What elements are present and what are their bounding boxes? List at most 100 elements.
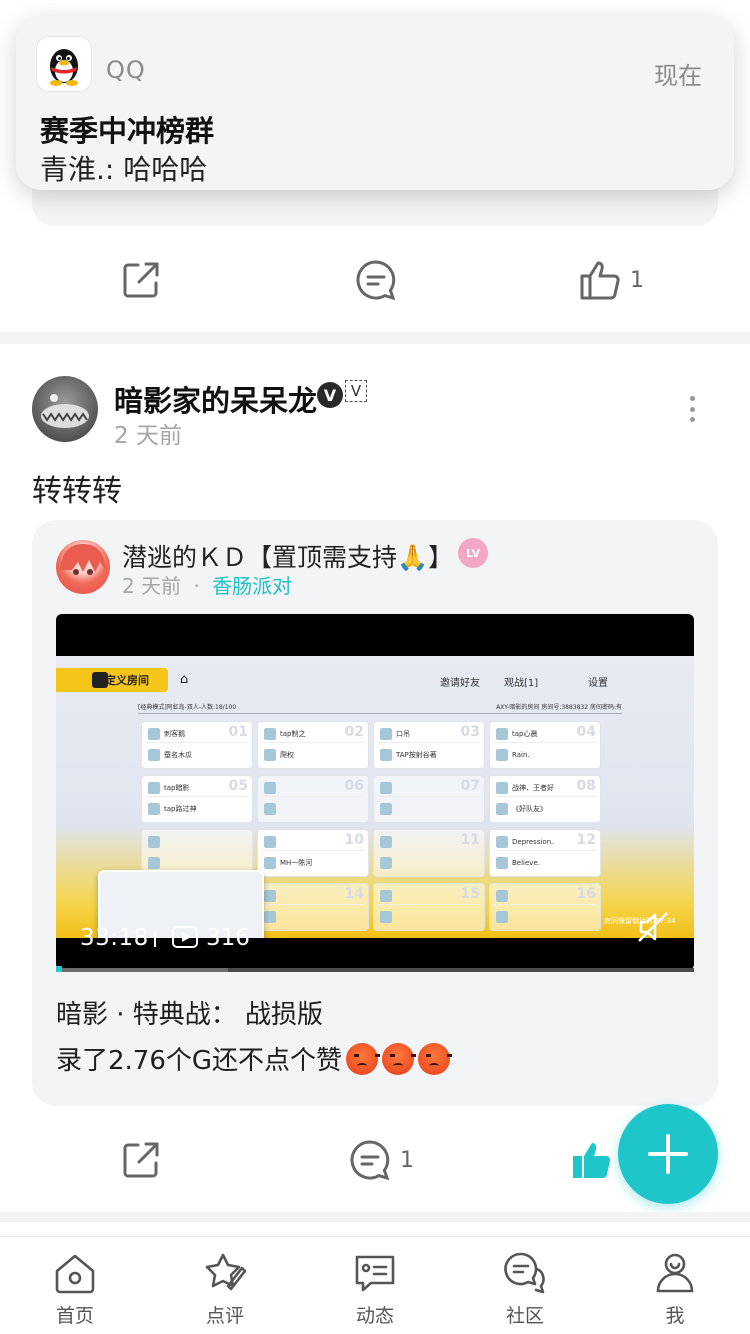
player-avatar-icon bbox=[148, 835, 160, 848]
nav-community-label: 社区 bbox=[505, 1305, 544, 1327]
like-count: 1 bbox=[630, 267, 644, 293]
player-avatar-icon bbox=[264, 727, 276, 740]
room-slot-player-2 bbox=[378, 854, 480, 872]
player-avatar-icon bbox=[496, 781, 508, 794]
comment-button[interactable]: 1 bbox=[348, 1120, 414, 1200]
room-slot: 05 tap暗影 tap路过神 bbox=[142, 776, 252, 822]
room-slot-player-1 bbox=[146, 833, 248, 851]
player-avatar-icon bbox=[496, 727, 508, 740]
qq-penguin-icon bbox=[36, 36, 92, 92]
room-slot: 02 tap制之 爬权 bbox=[258, 722, 368, 768]
notification-app-name: QQ bbox=[106, 56, 146, 84]
player-avatar-icon bbox=[496, 749, 508, 761]
player-avatar-icon bbox=[148, 749, 160, 761]
author-avatar[interactable] bbox=[32, 376, 98, 442]
player-avatar-icon bbox=[148, 727, 160, 740]
nav-feed[interactable]: 动态 bbox=[300, 1237, 450, 1334]
player-avatar-icon bbox=[380, 803, 392, 815]
video-progress-fill bbox=[56, 968, 229, 972]
section-divider bbox=[0, 1212, 750, 1222]
like-button[interactable] bbox=[570, 1120, 614, 1200]
room-slot-player-2 bbox=[494, 908, 596, 926]
room-slot-player-1 bbox=[262, 779, 364, 797]
room-slot: 14 bbox=[258, 884, 368, 930]
create-post-button[interactable] bbox=[618, 1104, 718, 1204]
room-slot-player-2: tap路过神 bbox=[146, 800, 248, 818]
notification-time: 现在 bbox=[654, 62, 702, 90]
repost-author-avatar[interactable] bbox=[56, 540, 110, 594]
share-button[interactable] bbox=[120, 240, 162, 320]
room-slot-player-2: Rain. bbox=[494, 746, 596, 764]
angry-face-emoji bbox=[382, 1042, 417, 1075]
notification-title: 赛季中冲榜群 bbox=[40, 114, 215, 148]
comment-count: 1 bbox=[400, 1147, 414, 1173]
qq-notification-banner[interactable]: QQ 现在 赛季中冲榜群 青淮.: 哈哈哈 bbox=[16, 16, 734, 190]
previous-post-actions: 1 bbox=[0, 240, 750, 320]
back-arrow-icon bbox=[92, 672, 108, 688]
player-name: 战神、王者好 bbox=[512, 783, 554, 792]
game-tag-link[interactable]: 香肠派对 bbox=[212, 574, 292, 598]
player-avatar-icon bbox=[264, 911, 276, 923]
repost-title: 暗影 · 特典战： 战损版 bbox=[56, 1000, 324, 1030]
player-avatar-icon bbox=[496, 857, 508, 869]
player-avatar-icon bbox=[264, 749, 276, 761]
player-avatar-icon bbox=[380, 835, 392, 848]
repost-author-name[interactable]: 潜逃的ＫＤ【置顶需支持🙏】 bbox=[122, 538, 453, 574]
room-slot-player-1: tap暗影 bbox=[146, 779, 248, 797]
room-slot-player-1: 战神、王者好 bbox=[494, 779, 596, 797]
player-name: MH一陈河 bbox=[280, 859, 313, 867]
room-slot-player-1 bbox=[378, 887, 480, 905]
share-icon bbox=[123, 262, 159, 298]
screen-room-info: [经典模式]阿虹岛-双人-人数:18/100 AXY-暗影的房间 房间号:388… bbox=[138, 702, 622, 714]
room-slot-player-1 bbox=[378, 833, 480, 851]
notification-body: 青淮.: 哈哈哈 bbox=[40, 153, 208, 186]
player-avatar-icon bbox=[380, 889, 392, 902]
player-avatar-icon bbox=[264, 803, 276, 815]
room-slot: 03 口吊 TAP按射谷著 bbox=[374, 722, 484, 768]
player-avatar-icon bbox=[496, 803, 508, 815]
author-name[interactable]: 暗影家的呆呆龙 bbox=[114, 378, 317, 420]
screen-tab: 自定义房间 bbox=[56, 668, 168, 692]
more-options-icon[interactable] bbox=[684, 396, 700, 422]
player-name: tap暗影 bbox=[164, 783, 190, 792]
nav-home[interactable]: 首页 bbox=[0, 1237, 150, 1334]
player-avatar-icon bbox=[264, 889, 276, 902]
room-slot-player-1: 刺客鹅 bbox=[146, 725, 248, 743]
room-slot-player-1: 口吊 bbox=[378, 725, 480, 743]
player-avatar-icon bbox=[264, 857, 276, 869]
video-player[interactable]: 自定义房间 ⌂ 邀请好友 观战[1] 设置 [经典模式]阿虹岛-双人-人数:18… bbox=[56, 614, 694, 970]
room-slot-player-2: Believe. bbox=[494, 854, 596, 872]
player-name: 口吊 bbox=[396, 729, 410, 738]
bottom-nav: 首页 点评 动态 社区 我 bbox=[0, 1236, 750, 1334]
player-avatar-icon bbox=[148, 857, 160, 869]
player-avatar-icon bbox=[380, 781, 392, 794]
video-play-count: 316 bbox=[206, 925, 250, 951]
repost-card[interactable]: 潜逃的ＫＤ【置顶需支持🙏】 LV 2 天前 · 香肠派对 自定义房间 ⌂ 邀请好… bbox=[32, 520, 718, 1106]
player-name: tap路过神 bbox=[164, 805, 197, 813]
player-name: tap制之 bbox=[280, 729, 306, 738]
nav-community[interactable]: 社区 bbox=[450, 1237, 600, 1334]
home-icon bbox=[55, 1254, 95, 1294]
verified-badge-icon: V bbox=[317, 382, 343, 408]
nav-profile[interactable]: 我 bbox=[600, 1237, 750, 1334]
mute-icon[interactable] bbox=[636, 910, 670, 948]
screen-room-id: AXY-暗影的房间 房间号:3883832 房间密码:有 bbox=[496, 704, 622, 711]
room-slot: 06 bbox=[258, 776, 368, 822]
share-icon bbox=[123, 1142, 159, 1178]
player-avatar-icon bbox=[148, 803, 160, 815]
player-name: tap心晨 bbox=[512, 729, 538, 738]
comment-icon bbox=[350, 1140, 390, 1181]
angry-face-emoji bbox=[346, 1042, 381, 1075]
room-slot-player-2 bbox=[262, 908, 364, 926]
thumbs-up-icon bbox=[580, 261, 620, 300]
repost-description-text: 录了2.76个G还不点个赞 bbox=[56, 1046, 343, 1076]
community-chat-icon bbox=[504, 1252, 545, 1294]
comment-button[interactable] bbox=[354, 240, 398, 320]
like-button[interactable]: 1 bbox=[578, 240, 644, 320]
room-slot-player-1 bbox=[494, 887, 596, 905]
video-progress-bar[interactable] bbox=[56, 968, 694, 972]
share-button[interactable] bbox=[120, 1120, 162, 1200]
player-avatar-icon bbox=[264, 781, 276, 794]
screen-room-mode: [经典模式]阿虹岛-双人-人数:18/100 bbox=[138, 704, 237, 711]
nav-review[interactable]: 点评 bbox=[150, 1237, 300, 1334]
